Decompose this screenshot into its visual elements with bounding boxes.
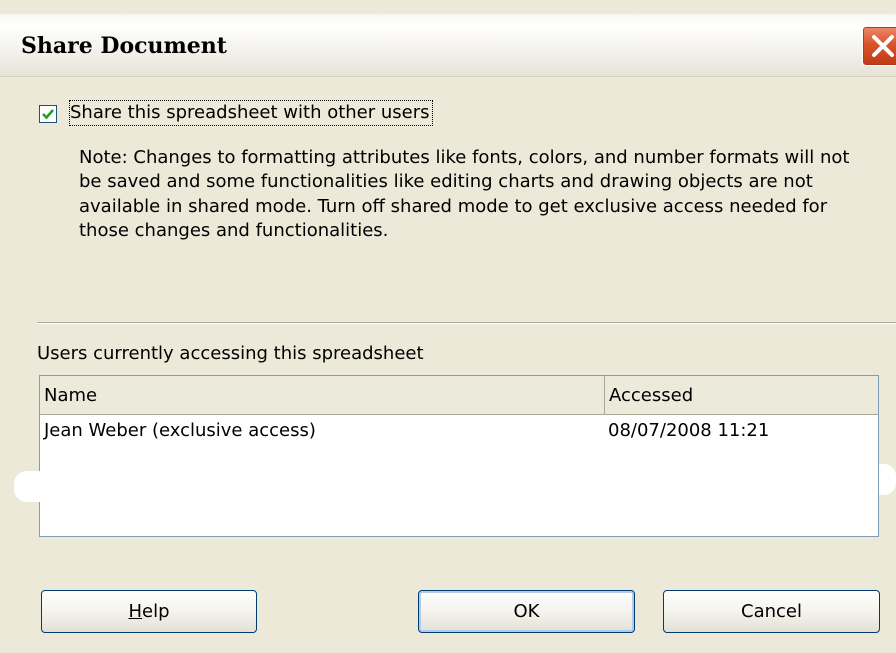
users-list[interactable]: Name Accessed Jean Weber (exclusive acce…	[39, 375, 879, 537]
list-item[interactable]: Jean Weber (exclusive access) 08/07/2008…	[40, 416, 878, 446]
column-header-accessed[interactable]: Accessed	[609, 376, 878, 414]
checkmark-icon	[42, 109, 54, 120]
user-name-cell: Jean Weber (exclusive access)	[44, 420, 316, 441]
dialog-title: Share Document	[21, 33, 227, 59]
white-patch-left	[14, 471, 40, 502]
shared-mode-note: Note: Changes to formatting attributes l…	[79, 147, 850, 241]
users-list-label: Users currently accessing this spreadshe…	[37, 343, 424, 364]
list-header: Name Accessed	[40, 376, 878, 415]
separator-line	[37, 322, 896, 324]
column-header-name[interactable]: Name	[44, 376, 605, 414]
help-mnemonic: H	[128, 601, 143, 622]
help-label-rest: elp	[142, 601, 170, 622]
close-button[interactable]	[862, 26, 896, 66]
white-patch-right	[879, 464, 896, 495]
ok-button[interactable]: OK	[418, 590, 635, 633]
cancel-button[interactable]: Cancel	[663, 590, 880, 633]
title-bar[interactable]: Share Document	[0, 14, 896, 77]
help-button[interactable]: Help	[41, 590, 257, 633]
share-checkbox[interactable]	[39, 105, 57, 123]
close-icon	[872, 35, 894, 57]
share-options-area: Share this spreadsheet with other users …	[0, 77, 896, 315]
user-accessed-cell: 08/07/2008 11:21	[608, 420, 770, 441]
share-checkbox-label[interactable]: Share this spreadsheet with other users	[69, 100, 433, 126]
share-document-dialog: Share Document Share this spreadsheet wi…	[0, 0, 896, 653]
